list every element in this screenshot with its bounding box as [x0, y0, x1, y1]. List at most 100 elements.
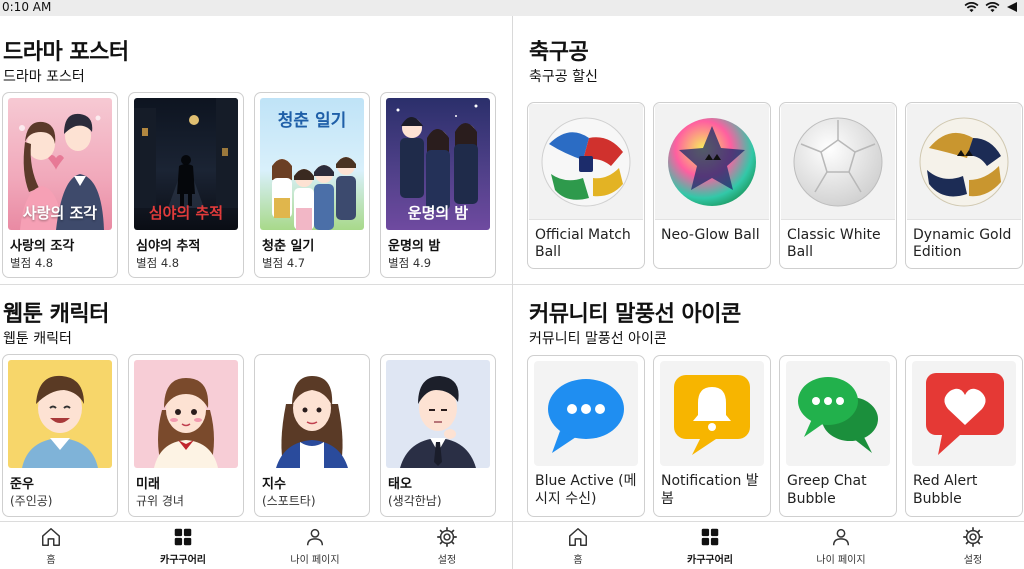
nav-item-category[interactable]: 카구구어리 [143, 526, 223, 566]
character-desc: 규위 경녀 [136, 494, 184, 508]
status-bar: 0:10 AM [0, 0, 1024, 16]
character-name: 준우 [10, 477, 34, 492]
character-desc: (생각한남) [388, 494, 442, 508]
bubble-card[interactable]: Red Alert Bubble [905, 355, 1023, 517]
drama-poster: 청춘 일기 [260, 98, 364, 230]
bubble-image [660, 361, 764, 466]
home-icon [569, 528, 587, 546]
character-name: 지수 [262, 477, 286, 492]
ball-card[interactable]: Neo-Glow Ball [653, 102, 771, 269]
drama-poster: 사랑의 조각 [8, 98, 112, 230]
ball-label: Neo-Glow Ball [661, 227, 760, 243]
drama-name: 청춘 일기 [262, 239, 315, 254]
bubble-card[interactable]: Blue Active (메시지 수신) [527, 355, 645, 517]
nav-item-mypage[interactable]: 나이 페이지 [801, 526, 881, 566]
bubble-image [912, 361, 1016, 466]
nav-item-settings[interactable]: 설정 [933, 526, 1013, 566]
nav-label: 홈 [573, 555, 583, 566]
nav-item-mypage[interactable]: 나이 페이지 [275, 526, 355, 566]
ball-label: Classic White Ball [787, 227, 881, 260]
drama-poster-title: 심야의 추적 [148, 204, 224, 222]
drama-section-subtitle: 드라마 포스터 [3, 69, 85, 85]
ball-image [907, 104, 1021, 220]
drama-rating: 별점 4.7 [262, 256, 306, 270]
nav-label: 홈 [46, 555, 56, 566]
nav-item-home[interactable]: 홈 [538, 526, 618, 566]
nav-label: 나이 페이지 [290, 555, 340, 566]
character-portrait [134, 360, 238, 468]
character-card[interactable]: 지수 (스포트타) [254, 354, 370, 517]
character-card[interactable]: 미래 규위 경녀 [128, 354, 244, 517]
gear-icon [963, 527, 983, 547]
drama-poster: 운명의 밤 [386, 98, 490, 230]
soccer-section-subtitle: 축구공 할신 [529, 69, 598, 85]
nav-item-category[interactable]: 카구구어리 [670, 526, 750, 566]
ball-label: Dynamic Gold Edition [913, 227, 1012, 260]
wifi-icon [985, 2, 1000, 13]
bubble-card[interactable]: Notification 발봄 [653, 355, 771, 517]
bubble-label: Blue Active (메시지 수신) [535, 473, 637, 507]
drama-name: 심야의 추적 [136, 239, 201, 254]
character-name: 미래 [136, 477, 160, 492]
nav-label: 나이 페이지 [816, 555, 866, 566]
ball-card[interactable]: Dynamic Gold Edition [905, 102, 1023, 269]
person-icon [832, 528, 850, 546]
bubble-image [534, 361, 638, 466]
nav-label: 설정 [437, 555, 457, 566]
status-time: 0:10 AM [2, 0, 52, 14]
drama-name: 사랑의 조각 [10, 239, 75, 254]
gear-icon [437, 527, 457, 547]
nav-label: 카구구어리 [160, 555, 206, 566]
neo-glow-ball-illustration [668, 118, 756, 206]
character-portrait [260, 360, 364, 468]
bubble-card[interactable]: Greep Chat Bubble [779, 355, 897, 517]
bubble-label: Notification 발봄 [661, 473, 759, 507]
character-name: 태오 [388, 477, 412, 492]
character-card[interactable]: 준우 (주인공) [2, 354, 118, 517]
bubble-section-subtitle: 커뮤니티 말풍선 아이콘 [529, 331, 667, 347]
character-mirae-illustration [154, 378, 218, 468]
drama-card[interactable]: 운명의 밤 운명의 밤 별점 4.9 [380, 92, 496, 278]
drama-card[interactable]: 사랑의 조각 사랑의 조각 별점 4.8 [2, 92, 118, 278]
bubble-image [786, 361, 890, 466]
ball-image [655, 104, 769, 220]
drama-rating: 별점 4.8 [136, 256, 180, 270]
red-alert-bubble-icon [926, 373, 1004, 455]
drama-card[interactable]: 심야의 추적 심야의 추적 별점 4.8 [128, 92, 244, 278]
right-pane: 축구공 축구공 할신 Official Match Ball Neo-Glow … [513, 16, 1024, 569]
nav-label: 설정 [963, 555, 983, 566]
classic-white-ball-illustration [793, 117, 883, 207]
bubble-label: Greep Chat Bubble [787, 473, 867, 507]
soccer-section-title: 축구공 [529, 40, 589, 65]
notification-bubble-icon [674, 375, 750, 455]
left-pane: 드라마 포스터 드라마 포스터 사랑의 조각 사랑의 조각 별점 4.8 심야의… [0, 16, 512, 569]
blue-chat-bubble-icon [548, 379, 624, 453]
character-jisu-illustration [276, 376, 348, 468]
wifi-icon [964, 2, 979, 13]
drama-poster-title: 운명의 밤 [407, 204, 469, 222]
ball-card[interactable]: Official Match Ball [527, 102, 645, 269]
character-desc: (주인공) [10, 494, 53, 508]
dynamic-gold-ball-illustration [919, 117, 1009, 207]
drama-rating: 별점 4.9 [388, 256, 432, 270]
webtoon-section-subtitle: 웹툰 캐릭터 [3, 331, 72, 347]
nav-label: 카구구어리 [687, 555, 733, 566]
nav-item-settings[interactable]: 설정 [407, 526, 487, 566]
nav-item-home[interactable]: 홈 [11, 526, 91, 566]
home-icon [42, 528, 60, 546]
drama-name: 운명의 밤 [388, 239, 441, 254]
character-portrait [386, 360, 490, 468]
drama-poster-title: 사랑의 조각 [22, 204, 98, 222]
ball-image [529, 104, 643, 220]
ball-card[interactable]: Classic White Ball [779, 102, 897, 269]
character-portrait [8, 360, 112, 468]
drama-poster-title: 청춘 일기 [277, 111, 347, 131]
character-desc: (스포트타) [262, 494, 316, 508]
section-divider [0, 284, 512, 285]
drama-poster: 심야의 추적 [134, 98, 238, 230]
wifi-icon [1007, 2, 1017, 12]
drama-card[interactable]: 청춘 일기 청춘 일기 별점 4.7 [254, 92, 370, 278]
person-icon [306, 528, 324, 546]
character-card[interactable]: 태오 (생각한남) [380, 354, 496, 517]
bottom-nav: 홈 카구구어리 나이 페이지 설정 [0, 521, 512, 569]
